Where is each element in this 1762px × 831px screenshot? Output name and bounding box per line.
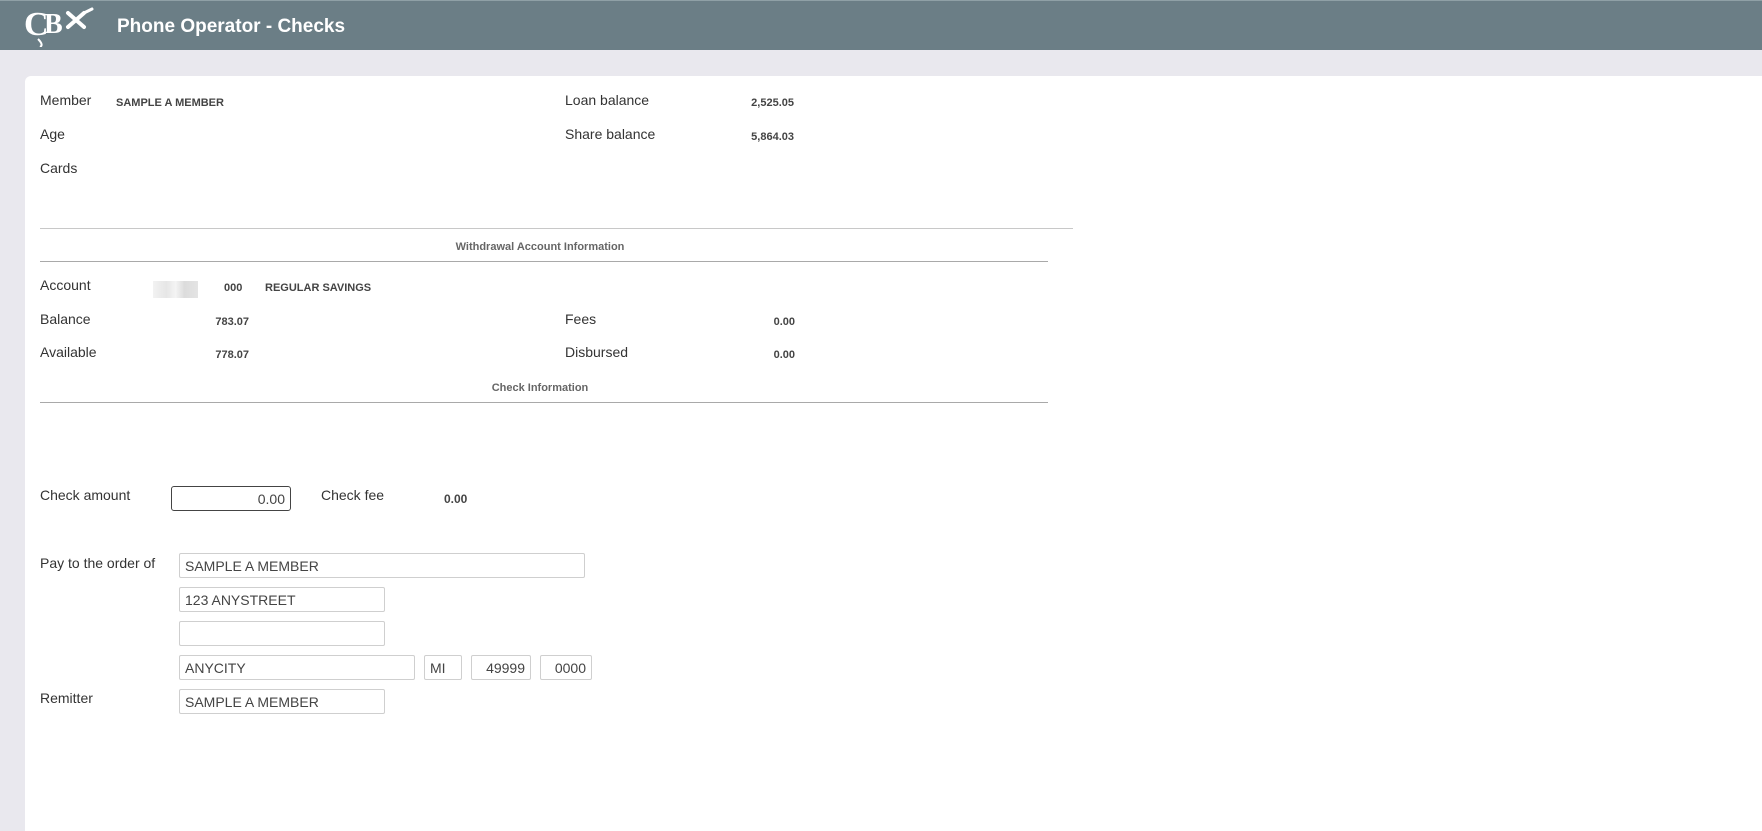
cards-label: Cards xyxy=(40,160,78,176)
section-underline xyxy=(40,402,1048,403)
remitter-label: Remitter xyxy=(40,690,93,706)
disbursed-label: Disbursed xyxy=(565,344,629,360)
state-input[interactable] xyxy=(424,655,462,680)
available-label: Available xyxy=(40,344,97,360)
fees-value: 0.00 xyxy=(773,316,795,328)
disbursed-value: 0.00 xyxy=(773,349,795,361)
masked-account-number xyxy=(153,281,198,298)
withdrawal-section-title: Withdrawal Account Information xyxy=(455,241,625,253)
page-title: Phone Operator - Checks xyxy=(117,16,346,37)
share-balance-label: Share balance xyxy=(565,126,656,142)
account-type-value: REGULAR SAVINGS xyxy=(265,282,372,294)
check-amount-input[interactable] xyxy=(171,486,291,511)
cbx-logo: C B xyxy=(24,6,94,47)
section-underline xyxy=(40,261,1048,262)
address-line1-input[interactable] xyxy=(179,587,385,612)
fees-label: Fees xyxy=(565,311,597,327)
account-suffix-value: 000 xyxy=(224,282,243,294)
check-fee-label: Check fee xyxy=(321,487,385,503)
age-label: Age xyxy=(40,126,65,142)
share-balance-value: 5,864.03 xyxy=(751,131,794,143)
city-input[interactable] xyxy=(179,655,415,680)
account-label: Account xyxy=(40,277,91,293)
payee-name-input[interactable] xyxy=(179,553,585,578)
loan-balance-value: 2,525.05 xyxy=(751,97,794,109)
address-line2-input[interactable] xyxy=(179,621,385,646)
available-value: 778.07 xyxy=(215,349,249,361)
main-panel xyxy=(25,76,1762,831)
remitter-input[interactable] xyxy=(179,689,385,714)
zip-input[interactable] xyxy=(471,655,531,680)
svg-text:B: B xyxy=(44,9,63,40)
check-fee-value: 0.00 xyxy=(444,492,468,506)
balance-value: 783.07 xyxy=(215,316,249,328)
divider xyxy=(40,228,1073,229)
check-amount-label: Check amount xyxy=(40,487,131,503)
balance-label: Balance xyxy=(40,311,91,327)
member-name-value: SAMPLE A MEMBER xyxy=(116,97,224,109)
member-label: Member xyxy=(40,92,92,108)
app-header: C B Phone Operator - Checks xyxy=(0,0,1762,50)
loan-balance-label: Loan balance xyxy=(565,92,650,108)
check-section-title: Check Information xyxy=(491,382,589,394)
pay-to-label: Pay to the order of xyxy=(40,555,156,571)
zip4-input[interactable] xyxy=(540,655,592,680)
